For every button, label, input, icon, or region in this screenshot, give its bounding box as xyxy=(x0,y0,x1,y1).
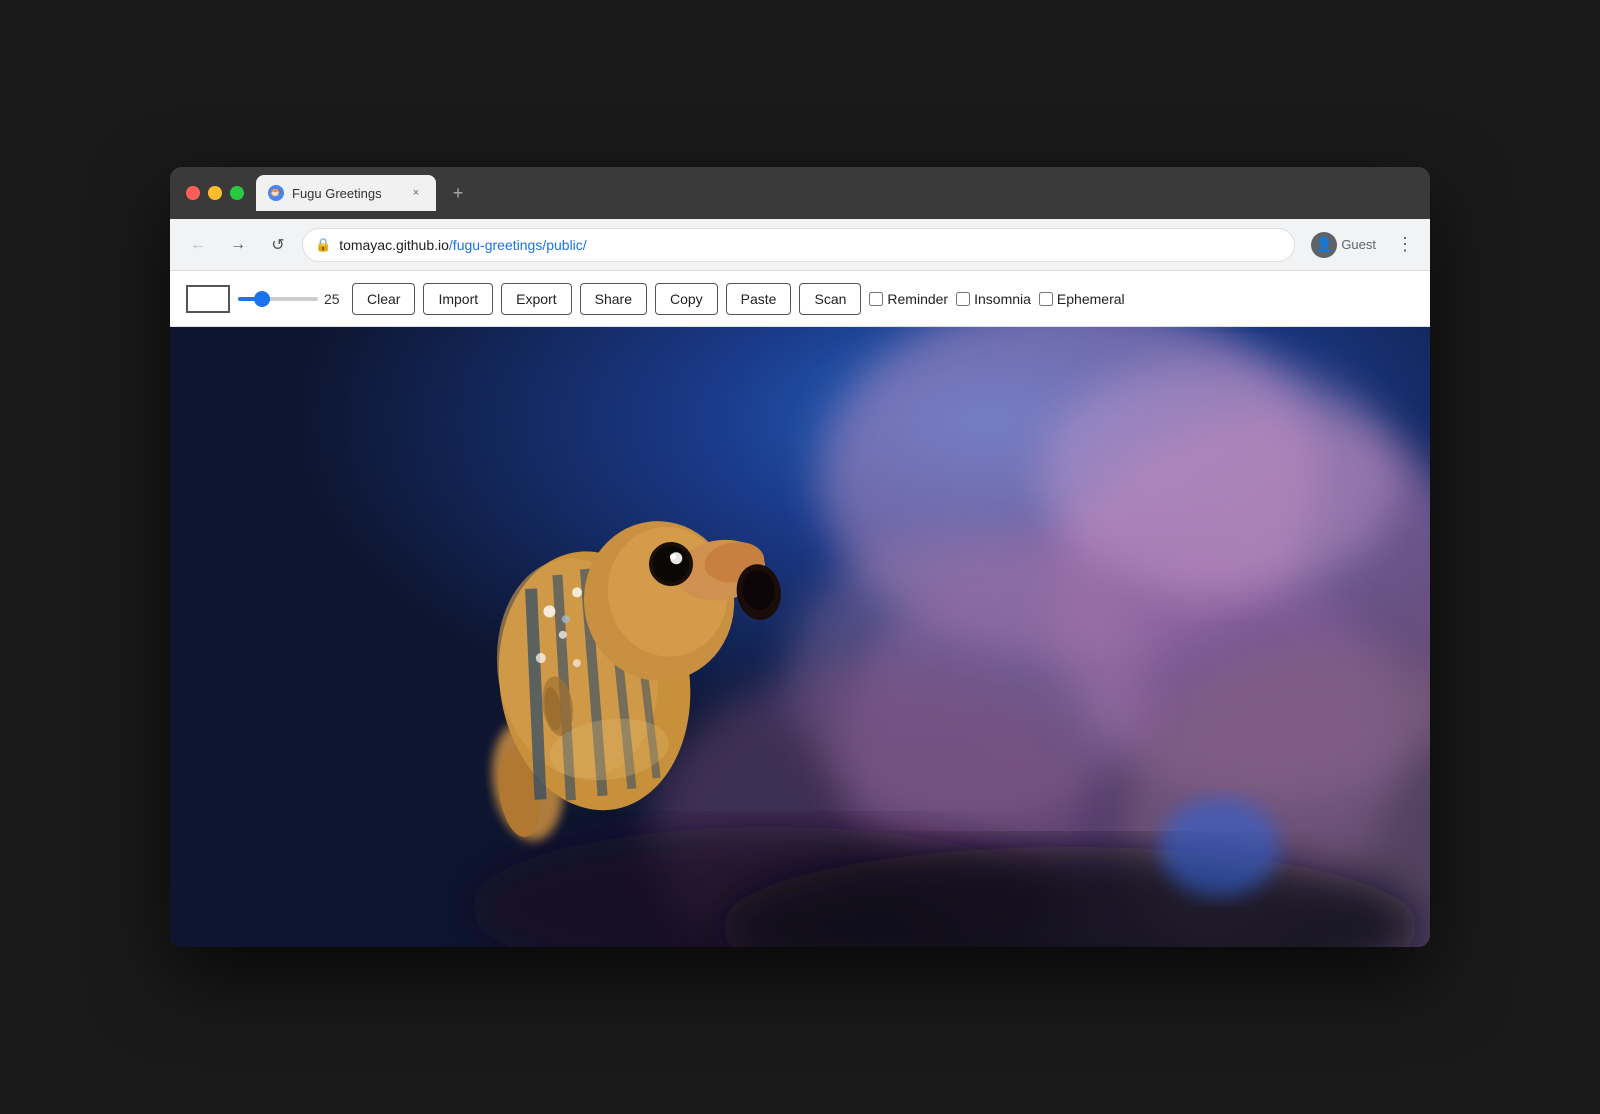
new-tab-button[interactable]: + xyxy=(444,179,472,207)
ephemeral-label: Ephemeral xyxy=(1057,291,1125,307)
reload-button[interactable]: ↺ xyxy=(262,229,294,261)
active-tab[interactable]: 🐡 Fugu Greetings × xyxy=(256,175,436,211)
share-button[interactable]: Share xyxy=(580,283,647,315)
reload-icon: ↺ xyxy=(271,235,284,255)
address-bar[interactable]: 🔒 tomayac.github.io/fugu-greetings/publi… xyxy=(302,228,1295,262)
color-swatch[interactable] xyxy=(186,285,230,313)
url-path: /fugu-greetings/public/ xyxy=(449,237,587,253)
forward-icon: → xyxy=(230,236,246,254)
nav-bar: ← → ↺ 🔒 tomayac.github.io/fugu-greetings… xyxy=(170,219,1430,271)
paste-button[interactable]: Paste xyxy=(726,283,792,315)
ephemeral-checkbox-label[interactable]: Ephemeral xyxy=(1039,291,1125,307)
forward-button[interactable]: → xyxy=(222,229,254,261)
lock-icon: 🔒 xyxy=(315,237,331,253)
brush-size-slider[interactable] xyxy=(238,297,318,301)
scan-button[interactable]: Scan xyxy=(799,283,861,315)
profile-icon: 👤 xyxy=(1311,232,1337,258)
maximize-button[interactable] xyxy=(230,186,244,200)
ephemeral-checkbox[interactable] xyxy=(1039,292,1053,306)
back-icon: ← xyxy=(190,236,206,254)
tab-close-button[interactable]: × xyxy=(408,185,424,201)
browser-menu-button[interactable]: ⋮ xyxy=(1392,230,1418,259)
reminder-checkbox-label[interactable]: Reminder xyxy=(869,291,948,307)
import-button[interactable]: Import xyxy=(423,283,493,315)
slider-container: 25 xyxy=(238,291,344,307)
clear-button[interactable]: Clear xyxy=(352,283,415,315)
tab-area: 🐡 Fugu Greetings × + xyxy=(256,175,1414,211)
back-button[interactable]: ← xyxy=(182,229,214,261)
minimize-button[interactable] xyxy=(208,186,222,200)
title-bar: 🐡 Fugu Greetings × + xyxy=(170,167,1430,219)
canvas-area[interactable] xyxy=(170,327,1430,947)
reminder-checkbox[interactable] xyxy=(869,292,883,306)
reminder-label: Reminder xyxy=(887,291,948,307)
export-button[interactable]: Export xyxy=(501,283,571,315)
url-display: tomayac.github.io/fugu-greetings/public/ xyxy=(339,237,587,253)
tab-title: Fugu Greetings xyxy=(292,186,400,201)
insomnia-checkbox[interactable] xyxy=(956,292,970,306)
profile-label: Guest xyxy=(1341,237,1376,252)
close-button[interactable] xyxy=(186,186,200,200)
tab-favicon: 🐡 xyxy=(268,185,284,201)
copy-button[interactable]: Copy xyxy=(655,283,718,315)
profile-button[interactable]: 👤 Guest xyxy=(1303,228,1384,262)
browser-window: 🐡 Fugu Greetings × + ← → ↺ 🔒 tomayac.git… xyxy=(170,167,1430,947)
fish-canvas xyxy=(170,327,1430,947)
traffic-lights xyxy=(186,186,244,200)
slider-value: 25 xyxy=(324,291,344,307)
url-domain: tomayac.github.io xyxy=(339,237,449,253)
app-toolbar: 25 Clear Import Export Share Copy Paste … xyxy=(170,271,1430,327)
insomnia-checkbox-label[interactable]: Insomnia xyxy=(956,291,1031,307)
insomnia-label: Insomnia xyxy=(974,291,1031,307)
